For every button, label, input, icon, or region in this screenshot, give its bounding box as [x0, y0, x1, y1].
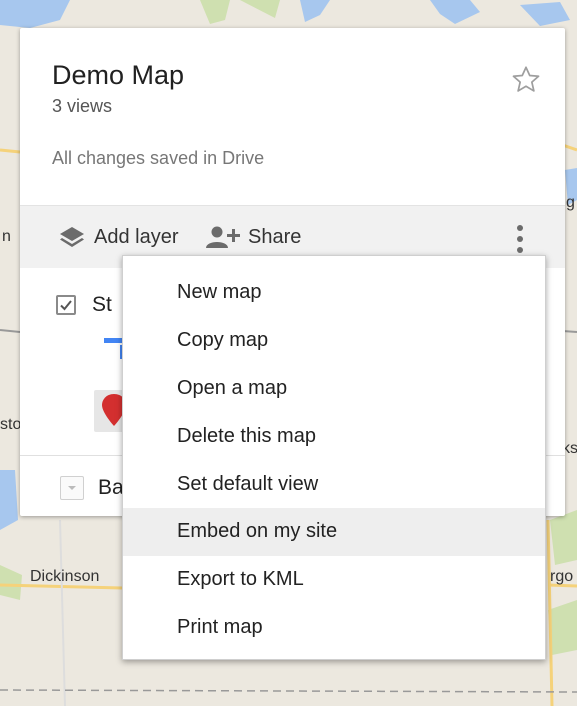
water-area — [0, 470, 18, 530]
menu-item-open-map[interactable]: Open a map — [123, 365, 545, 413]
map-label-dickinson: Dickinson — [30, 568, 100, 585]
menu-item-delete-map[interactable]: Delete this map — [123, 413, 545, 461]
menu-item-embed[interactable]: Embed on my site — [123, 508, 545, 557]
map-options-menu: New map Copy map Open a map Delete this … — [122, 255, 546, 660]
menu-item-set-default-view[interactable]: Set default view — [123, 461, 545, 509]
save-status: All changes saved in Drive — [52, 148, 265, 168]
base-map-expand-button[interactable] — [60, 476, 84, 500]
layer-name[interactable]: St — [92, 293, 112, 317]
highway — [0, 148, 21, 154]
more-vertical-icon[interactable] — [510, 222, 530, 256]
add-layer-button[interactable]: Add layer — [58, 223, 179, 251]
layers-icon — [60, 227, 84, 247]
map-label: sto — [0, 416, 22, 433]
menu-item-export-kml[interactable]: Export to KML — [123, 556, 545, 604]
map-title[interactable]: Demo Map — [52, 60, 184, 91]
add-layer-label: Add layer — [94, 225, 179, 248]
star-outline-icon[interactable] — [510, 64, 542, 96]
base-map-label[interactable]: Ba — [98, 476, 124, 500]
menu-item-new-map[interactable]: New map — [123, 269, 545, 317]
view-count: 3 views — [52, 96, 113, 116]
map-label: rgo — [550, 568, 574, 585]
menu-item-print-map[interactable]: Print map — [123, 604, 545, 652]
share-button[interactable]: Share — [206, 223, 301, 251]
caret-down-icon — [68, 486, 76, 490]
map-label: n — [2, 228, 11, 245]
checkmark-icon — [60, 300, 72, 311]
layer-row: St — [56, 290, 112, 320]
person-add-icon — [206, 226, 240, 248]
menu-item-copy-map[interactable]: Copy map — [123, 317, 545, 365]
map-label: g — [566, 194, 575, 211]
share-label: Share — [248, 225, 302, 248]
layer-visibility-checkbox[interactable] — [56, 295, 76, 315]
